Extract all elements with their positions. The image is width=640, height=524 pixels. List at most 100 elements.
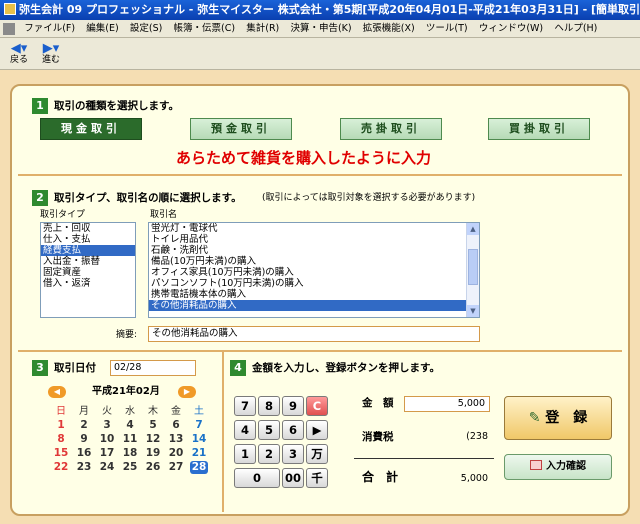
keypad-key-3[interactable]: 3 (282, 444, 304, 464)
date-input[interactable]: 02/28 (110, 360, 196, 376)
calendar-day[interactable]: 19 (144, 447, 162, 460)
divider-vertical (222, 352, 224, 512)
total-rule (354, 458, 494, 459)
calendar-day[interactable]: 13 (167, 433, 185, 446)
calendar-day[interactable]: 18 (121, 447, 139, 460)
transaction-name-option[interactable]: トイレ用品代 (149, 234, 479, 245)
calendar-day[interactable]: 5 (144, 419, 162, 432)
calendar-day[interactable]: 7 (190, 419, 208, 432)
step1-title: 取引の種類を選択します。 (54, 100, 179, 112)
keypad-key-man[interactable]: 万 (306, 444, 328, 464)
keypad-key-double-zero[interactable]: 00 (282, 468, 304, 488)
keypad-key-7[interactable]: 7 (234, 396, 256, 416)
document-icon[interactable] (3, 23, 15, 35)
transaction-name-option[interactable]: パソコンソフト(10万円未満)の購入 (149, 278, 479, 289)
grid-icon (530, 460, 542, 470)
calendar-day[interactable]: 15 (52, 447, 70, 460)
calendar-day[interactable]: 22 (52, 461, 70, 474)
calendar-day[interactable]: 9 (75, 433, 93, 446)
transaction-name-list[interactable]: 蛍光灯・電球代 トイレ用品代 石鹸・洗剤代 備品(10万円未満)の購入 オフィス… (148, 222, 480, 318)
calendar-day[interactable]: 1 (52, 419, 70, 432)
deposit-transaction-button[interactable]: 預金取引 (190, 118, 292, 140)
transaction-name-option[interactable]: その他消耗品の購入 (149, 300, 479, 311)
calendar-day[interactable]: 16 (75, 447, 93, 460)
keypad-key-2[interactable]: 2 (258, 444, 280, 464)
calendar-day[interactable]: 21 (190, 447, 208, 460)
menu-tools[interactable]: ツール(T) (422, 20, 472, 37)
keypad-key-5[interactable]: 5 (258, 420, 280, 440)
calendar-day[interactable]: 14 (190, 433, 208, 446)
memo-label: 摘要: (116, 330, 138, 340)
transaction-type-option[interactable]: 経費支払 (41, 245, 135, 256)
step3-number: 3 (32, 360, 48, 376)
calendar-day[interactable]: 27 (167, 461, 185, 474)
keypad-key-clear[interactable]: C (306, 396, 328, 416)
keypad-key-4[interactable]: 4 (234, 420, 256, 440)
menu-ledger[interactable]: 帳簿・伝票(C) (170, 20, 240, 37)
calendar-day[interactable]: 25 (121, 461, 139, 474)
amount-input[interactable]: 5,000 (404, 396, 490, 412)
app-icon (4, 3, 16, 15)
payable-transaction-button[interactable]: 買掛取引 (488, 118, 590, 140)
transaction-name-option[interactable]: 石鹸・洗剤代 (149, 245, 479, 256)
keypad-key-8[interactable]: 8 (258, 396, 280, 416)
transaction-type-list[interactable]: 売上・回収 仕入・支払 経費支払 入出金・振替 固定資産 借入・返済 (40, 222, 136, 318)
menu-closing[interactable]: 決算・申告(K) (286, 20, 355, 37)
menu-edit[interactable]: 編集(E) (82, 20, 122, 37)
receivable-transaction-button[interactable]: 売掛取引 (340, 118, 442, 140)
transaction-name-option[interactable]: 携帯電話機本体の購入 (149, 289, 479, 300)
calendar-day[interactable]: 4 (121, 419, 139, 432)
menu-file[interactable]: ファイル(F) (20, 20, 79, 37)
menu-summary[interactable]: 集計(R) (242, 20, 283, 37)
step4-title: 金額を入力し、登録ボタンを押します。 (252, 362, 440, 374)
keypad-key-6[interactable]: 6 (282, 420, 304, 440)
transaction-name-option[interactable]: 蛍光灯・電球代 (149, 223, 479, 234)
calendar-weekday: 金 (171, 406, 181, 417)
calendar-day[interactable]: 3 (98, 419, 116, 432)
calendar-month-label: 平成21年02月 (92, 386, 160, 397)
scrollbar[interactable]: ▲ ▼ (466, 223, 479, 317)
menu-extensions[interactable]: 拡張機能(X) (359, 20, 419, 37)
scroll-thumb[interactable] (468, 249, 478, 285)
transaction-type-option[interactable]: 入出金・振替 (41, 256, 135, 267)
register-button[interactable]: ✎ 登 録 (504, 396, 612, 440)
keypad-key-sen[interactable]: 千 (306, 468, 328, 488)
transaction-name-option[interactable]: 備品(10万円未満)の購入 (149, 256, 479, 267)
calendar-day[interactable]: 26 (144, 461, 162, 474)
calendar-day[interactable]: 23 (75, 461, 93, 474)
calendar-day[interactable]: 24 (98, 461, 116, 474)
transaction-type-option[interactable]: 売上・回収 (41, 223, 135, 234)
calendar-prev-month-icon[interactable]: ◀ (48, 386, 66, 398)
calendar-day[interactable]: 10 (98, 433, 116, 446)
calendar-day[interactable]: 11 (121, 433, 139, 446)
memo-input[interactable]: その他消耗品の購入 (148, 326, 480, 342)
transaction-type-option[interactable]: 仕入・支払 (41, 234, 135, 245)
menu-help[interactable]: ヘルプ(H) (550, 20, 601, 37)
calendar-day[interactable]: 12 (144, 433, 162, 446)
calendar-next-month-icon[interactable]: ▶ (178, 386, 196, 398)
menu-window[interactable]: ウィンドウ(W) (475, 20, 547, 37)
scroll-up-icon[interactable]: ▲ (467, 223, 479, 235)
step4-number: 4 (230, 360, 246, 376)
calendar-day[interactable]: 17 (98, 447, 116, 460)
scroll-down-icon[interactable]: ▼ (467, 305, 479, 317)
cash-transaction-button[interactable]: 現金取引 (40, 118, 142, 140)
calendar-day[interactable]: 20 (167, 447, 185, 460)
forward-button[interactable]: ▶▾ 進む (36, 42, 66, 68)
keypad-key-0[interactable]: 0 (234, 468, 280, 488)
calendar-day[interactable]: 28 (190, 461, 208, 474)
calendar-day[interactable]: 8 (52, 433, 70, 446)
transaction-name-option[interactable]: オフィス家具(10万円未満)の購入 (149, 267, 479, 278)
input-confirm-button[interactable]: 入力確認 (504, 454, 612, 480)
transaction-type-option[interactable]: 借入・返済 (41, 278, 135, 289)
transaction-type-option[interactable]: 固定資産 (41, 267, 135, 278)
keypad-key-1[interactable]: 1 (234, 444, 256, 464)
menu-settings[interactable]: 設定(S) (126, 20, 166, 37)
back-button[interactable]: ◀▾ 戻る (4, 42, 34, 68)
keypad-key-9[interactable]: 9 (282, 396, 304, 416)
tax-label: 消費税 (362, 431, 394, 443)
keypad-key-arrow-right[interactable]: ▶ (306, 420, 328, 440)
calendar-day[interactable]: 2 (75, 419, 93, 432)
calendar-day[interactable]: 6 (167, 419, 185, 432)
menu-bar: ファイル(F) 編集(E) 設定(S) 帳簿・伝票(C) 集計(R) 決算・申告… (0, 20, 640, 38)
